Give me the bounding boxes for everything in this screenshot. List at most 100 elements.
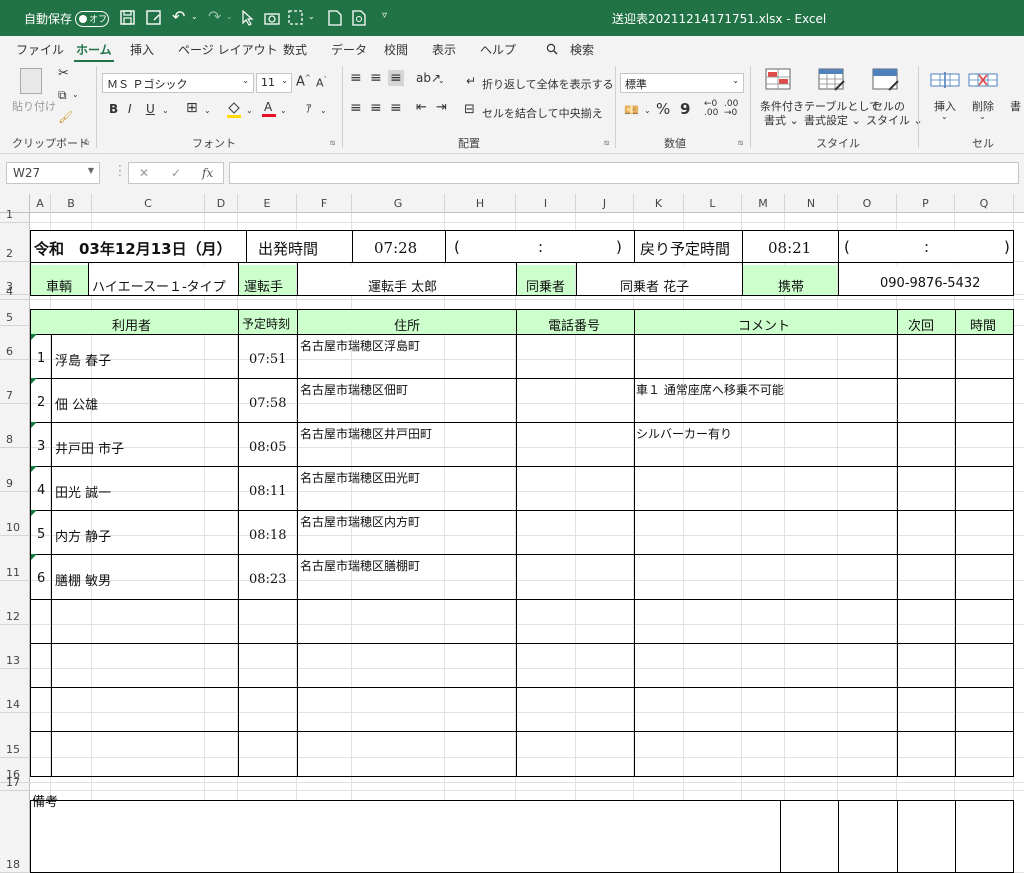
header-user[interactable]: 利用者 (112, 315, 151, 334)
italic-button[interactable]: I (128, 102, 132, 116)
fill-color-icon[interactable] (226, 100, 242, 118)
header-comment[interactable]: コメント (738, 315, 790, 334)
passenger-time[interactable]: 08:11 (249, 484, 286, 499)
paren-close-2[interactable]: ) (1004, 238, 1010, 256)
return-label[interactable]: 戻り予定時間 (640, 238, 730, 259)
passenger-no[interactable]: 5 (37, 527, 45, 542)
font-size-select[interactable]: 11 ⌄ (256, 73, 292, 93)
select-all-corner[interactable] (0, 194, 30, 213)
customize-toolbar-icon[interactable]: ▿ (382, 10, 387, 21)
passenger-name[interactable]: 内方 静子 (55, 526, 111, 545)
enter-icon[interactable]: ✓ (171, 166, 181, 180)
passenger-no[interactable]: 6 (37, 571, 45, 586)
menu-view[interactable]: 表示 (432, 41, 456, 58)
depart-label[interactable]: 出発時間 (258, 238, 318, 259)
comma-button[interactable]: 9 (680, 100, 690, 118)
print-preview-icon[interactable] (352, 10, 366, 26)
pointer-icon[interactable] (242, 10, 254, 26)
companion-value[interactable]: 同乗者 花子 (620, 276, 689, 295)
autosave-toggle[interactable]: オフ (75, 11, 109, 27)
row-header-9[interactable]: 9 (0, 448, 30, 492)
format-as-table-line2[interactable]: 書式設定 ⌄ (804, 112, 861, 128)
align-center-icon[interactable]: ≡ (370, 100, 382, 116)
increase-decimal-icon[interactable]: ←0.00 (704, 100, 718, 118)
phonetic-dropdown-icon[interactable]: ⌄ (320, 106, 327, 115)
row-header-8[interactable]: 8 (0, 404, 30, 448)
column-header-l[interactable]: L (684, 194, 742, 213)
column-header-f[interactable]: F (297, 194, 352, 213)
fill-color-dropdown-icon[interactable]: ⌄ (246, 106, 253, 115)
number-format-select[interactable]: 標準 ⌄ (620, 73, 744, 93)
redo-dropdown-icon[interactable]: ⌄ (226, 12, 233, 21)
mobile-value[interactable]: 090-9876-5432 (880, 276, 980, 291)
companion-label[interactable]: 同乗者 (526, 276, 565, 295)
underline-dropdown-icon[interactable]: ⌄ (162, 106, 169, 115)
align-bottom-icon[interactable]: ≡ (388, 70, 404, 86)
align-left-icon[interactable]: ≡ (350, 100, 362, 116)
paren-close-1[interactable]: ) (616, 238, 622, 256)
row-header-10[interactable]: 10 (0, 492, 30, 536)
vehicle-value[interactable]: ハイエースー１-タイプ (92, 276, 238, 295)
chevron-down-icon[interactable]: ▼ (88, 166, 94, 175)
alignment-launcher-icon[interactable]: ⧅ (604, 138, 609, 148)
row-header-11[interactable]: 11 (0, 536, 30, 581)
passenger-address[interactable]: 名古屋市瑞穂区膳棚町 (300, 557, 420, 574)
driver-value[interactable]: 運転手 太郎 (368, 276, 437, 295)
worksheet[interactable]: ABCDEFGHIJKLMNOPQ 1 2 3 4 5 6 7 8 9 10 11 12 13 14 15 1… (0, 194, 1024, 873)
name-box[interactable]: W27 ▼ (6, 162, 100, 184)
cell-styles-line2[interactable]: スタイル ⌄ (866, 112, 923, 128)
currency-icon[interactable]: 💴 (624, 103, 639, 117)
borders-dropdown-icon[interactable]: ⌄ (204, 106, 211, 115)
passenger-no[interactable]: 2 (37, 395, 45, 410)
menu-page-layout[interactable]: ページ レイアウト (178, 41, 278, 58)
decrease-decimal-icon[interactable]: .00 →0 (724, 100, 738, 118)
passenger-no[interactable]: 4 (37, 483, 45, 498)
passenger-comment[interactable]: シルバーカー有り (636, 425, 732, 442)
paren-colon-2[interactable]: : (924, 238, 929, 256)
passenger-time[interactable]: 07:58 (249, 396, 286, 411)
copy-icon[interactable]: ⧉ (58, 88, 67, 103)
row-header-18[interactable]: 18 (0, 791, 30, 873)
increase-indent-icon[interactable]: ⇥ (436, 100, 447, 115)
borders-icon[interactable]: ⊞ (186, 100, 198, 116)
menu-review[interactable]: 校閲 (384, 41, 408, 58)
passenger-time[interactable]: 07:51 (249, 352, 286, 367)
row-header-2[interactable]: 2 (0, 223, 30, 262)
column-header-e[interactable]: E (238, 194, 297, 213)
row-header-13[interactable]: 13 (0, 625, 30, 669)
conditional-formatting-icon[interactable] (765, 68, 791, 92)
row-header-6[interactable]: 6 (0, 326, 30, 360)
format-painter-icon[interactable]: 🖌 (58, 110, 73, 124)
export-icon[interactable] (328, 10, 342, 26)
align-right-icon[interactable]: ≡ (390, 100, 402, 116)
mobile-label[interactable]: 携帯 (778, 276, 804, 295)
search-icon[interactable] (546, 43, 558, 55)
passenger-name[interactable]: 佃 公雄 (55, 394, 98, 413)
menu-formulas[interactable]: 数式 (283, 41, 307, 58)
menu-search[interactable]: 検索 (570, 41, 594, 58)
column-header-q[interactable]: Q (955, 194, 1014, 213)
column-header-o[interactable]: O (838, 194, 897, 213)
underline-button[interactable]: U (146, 102, 155, 116)
menu-home[interactable]: ホーム (74, 41, 114, 63)
paren-open-1[interactable]: ( (454, 238, 460, 256)
font-color-dropdown-icon[interactable]: ⌄ (280, 106, 287, 115)
paste-icon[interactable] (20, 68, 42, 94)
column-header-m[interactable]: M (742, 194, 785, 213)
delete-cells-icon[interactable] (968, 70, 998, 90)
header-scheduled[interactable]: 予定時刻 (242, 315, 290, 332)
passenger-name[interactable]: 井戸田 市子 (55, 438, 124, 457)
paste-button[interactable]: 貼り付け (12, 98, 56, 114)
wrap-text-button[interactable]: 折り返して全体を表示する (482, 76, 614, 92)
header-phone[interactable]: 電話番号 (548, 315, 600, 334)
remarks-label[interactable]: 備考 (32, 791, 58, 810)
number-launcher-icon[interactable]: ⧅ (738, 138, 743, 148)
screenshot-dropdown-icon[interactable]: ⌄ (308, 12, 315, 21)
font-launcher-icon[interactable]: ⧅ (330, 138, 335, 148)
phonetic-icon[interactable]: ｱ (306, 100, 312, 116)
row-header-5[interactable]: 5 (0, 300, 30, 326)
passenger-address[interactable]: 名古屋市瑞穂区佃町 (300, 381, 408, 398)
passenger-address[interactable]: 名古屋市瑞穂区田光町 (300, 469, 420, 486)
font-shrink-icon[interactable]: Aˇ (316, 76, 327, 90)
formula-input[interactable] (229, 162, 1019, 184)
